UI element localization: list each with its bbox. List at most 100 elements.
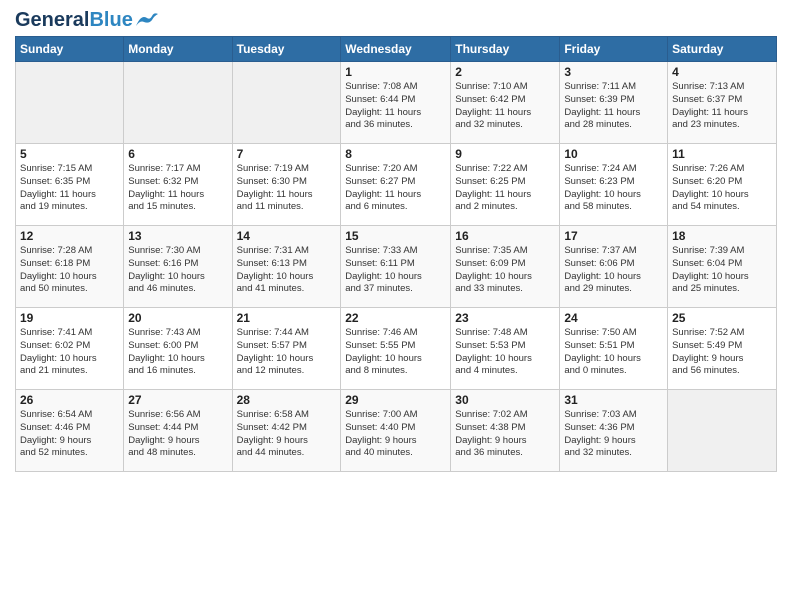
day-number: 9 <box>455 147 555 161</box>
calendar-cell: 8 Sunrise: 7:20 AM Sunset: 6:27 PM Daylig… <box>341 144 451 226</box>
page-header: GeneralBlue <box>15 10 777 30</box>
calendar-table: SundayMondayTuesdayWednesdayThursdayFrid… <box>15 36 777 472</box>
calendar-cell <box>124 62 232 144</box>
day-number: 5 <box>20 147 119 161</box>
calendar-cell <box>232 62 341 144</box>
calendar-cell: 21 Sunrise: 7:44 AM Sunset: 5:57 PM Dayli… <box>232 308 341 390</box>
day-number: 16 <box>455 229 555 243</box>
weekday-header-monday: Monday <box>124 37 232 62</box>
calendar-cell: 5 Sunrise: 7:15 AM Sunset: 6:35 PM Daylig… <box>16 144 124 226</box>
day-number: 31 <box>564 393 663 407</box>
calendar-cell: 29 Sunrise: 7:00 AM Sunset: 4:40 PM Dayli… <box>341 390 451 472</box>
weekday-header-tuesday: Tuesday <box>232 37 341 62</box>
day-info: Sunrise: 7:15 AM Sunset: 6:35 PM Dayligh… <box>20 163 119 214</box>
calendar-cell: 2 Sunrise: 7:10 AM Sunset: 6:42 PM Daylig… <box>451 62 560 144</box>
day-info: Sunrise: 7:52 AM Sunset: 5:49 PM Dayligh… <box>672 327 772 378</box>
day-number: 26 <box>20 393 119 407</box>
day-info: Sunrise: 6:54 AM Sunset: 4:46 PM Dayligh… <box>20 409 119 460</box>
calendar-cell: 3 Sunrise: 7:11 AM Sunset: 6:39 PM Daylig… <box>560 62 668 144</box>
day-number: 3 <box>564 65 663 79</box>
day-info: Sunrise: 7:30 AM Sunset: 6:16 PM Dayligh… <box>128 245 227 296</box>
day-number: 23 <box>455 311 555 325</box>
day-info: Sunrise: 7:11 AM Sunset: 6:39 PM Dayligh… <box>564 81 663 132</box>
day-info: Sunrise: 7:50 AM Sunset: 5:51 PM Dayligh… <box>564 327 663 378</box>
day-info: Sunrise: 7:20 AM Sunset: 6:27 PM Dayligh… <box>345 163 446 214</box>
day-info: Sunrise: 7:33 AM Sunset: 6:11 PM Dayligh… <box>345 245 446 296</box>
logo-bird-icon <box>136 12 158 28</box>
day-number: 24 <box>564 311 663 325</box>
day-number: 8 <box>345 147 446 161</box>
calendar-cell: 27Sunrise: 6:56 AM Sunset: 4:44 PM Dayli… <box>124 390 232 472</box>
calendar-cell: 20 Sunrise: 7:43 AM Sunset: 6:00 PM Dayli… <box>124 308 232 390</box>
calendar-cell: 23 Sunrise: 7:48 AM Sunset: 5:53 PM Dayli… <box>451 308 560 390</box>
day-number: 18 <box>672 229 772 243</box>
day-number: 11 <box>672 147 772 161</box>
day-info: Sunrise: 7:37 AM Sunset: 6:06 PM Dayligh… <box>564 245 663 296</box>
calendar-cell: 22Sunrise: 7:46 AM Sunset: 5:55 PM Dayli… <box>341 308 451 390</box>
calendar-cell: 26 Sunrise: 6:54 AM Sunset: 4:46 PM Dayli… <box>16 390 124 472</box>
calendar-week-row: 1Sunrise: 7:08 AM Sunset: 6:44 PM Daylig… <box>16 62 777 144</box>
calendar-week-row: 5 Sunrise: 7:15 AM Sunset: 6:35 PM Daylig… <box>16 144 777 226</box>
day-info: Sunrise: 7:17 AM Sunset: 6:32 PM Dayligh… <box>128 163 227 214</box>
calendar-cell: 4Sunrise: 7:13 AM Sunset: 6:37 PM Daylig… <box>668 62 777 144</box>
day-info: Sunrise: 6:56 AM Sunset: 4:44 PM Dayligh… <box>128 409 227 460</box>
calendar-cell <box>16 62 124 144</box>
day-number: 13 <box>128 229 227 243</box>
calendar-week-row: 12 Sunrise: 7:28 AM Sunset: 6:18 PM Dayli… <box>16 226 777 308</box>
day-info: Sunrise: 7:48 AM Sunset: 5:53 PM Dayligh… <box>455 327 555 378</box>
day-number: 12 <box>20 229 119 243</box>
day-info: Sunrise: 7:08 AM Sunset: 6:44 PM Dayligh… <box>345 81 446 132</box>
calendar-cell: 30Sunrise: 7:02 AM Sunset: 4:38 PM Dayli… <box>451 390 560 472</box>
day-number: 21 <box>237 311 337 325</box>
logo: GeneralBlue <box>15 10 158 30</box>
weekday-header-friday: Friday <box>560 37 668 62</box>
calendar-cell: 10Sunrise: 7:24 AM Sunset: 6:23 PM Dayli… <box>560 144 668 226</box>
day-info: Sunrise: 7:43 AM Sunset: 6:00 PM Dayligh… <box>128 327 227 378</box>
day-info: Sunrise: 7:22 AM Sunset: 6:25 PM Dayligh… <box>455 163 555 214</box>
calendar-cell: 31 Sunrise: 7:03 AM Sunset: 4:36 PM Dayli… <box>560 390 668 472</box>
day-info: Sunrise: 6:58 AM Sunset: 4:42 PM Dayligh… <box>237 409 337 460</box>
day-number: 17 <box>564 229 663 243</box>
day-number: 7 <box>237 147 337 161</box>
day-info: Sunrise: 7:00 AM Sunset: 4:40 PM Dayligh… <box>345 409 446 460</box>
calendar-cell: 12 Sunrise: 7:28 AM Sunset: 6:18 PM Dayli… <box>16 226 124 308</box>
day-info: Sunrise: 7:39 AM Sunset: 6:04 PM Dayligh… <box>672 245 772 296</box>
calendar-cell: 9 Sunrise: 7:22 AM Sunset: 6:25 PM Daylig… <box>451 144 560 226</box>
day-number: 29 <box>345 393 446 407</box>
day-number: 6 <box>128 147 227 161</box>
day-info: Sunrise: 7:44 AM Sunset: 5:57 PM Dayligh… <box>237 327 337 378</box>
day-info: Sunrise: 7:35 AM Sunset: 6:09 PM Dayligh… <box>455 245 555 296</box>
calendar-cell: 19 Sunrise: 7:41 AM Sunset: 6:02 PM Dayli… <box>16 308 124 390</box>
calendar-cell <box>668 390 777 472</box>
weekday-header-row: SundayMondayTuesdayWednesdayThursdayFrid… <box>16 37 777 62</box>
day-info: Sunrise: 7:19 AM Sunset: 6:30 PM Dayligh… <box>237 163 337 214</box>
day-number: 25 <box>672 311 772 325</box>
day-number: 28 <box>237 393 337 407</box>
day-number: 20 <box>128 311 227 325</box>
calendar-cell: 18 Sunrise: 7:39 AM Sunset: 6:04 PM Dayli… <box>668 226 777 308</box>
day-number: 14 <box>237 229 337 243</box>
calendar-cell: 11 Sunrise: 7:26 AM Sunset: 6:20 PM Dayli… <box>668 144 777 226</box>
day-number: 10 <box>564 147 663 161</box>
day-number: 2 <box>455 65 555 79</box>
day-info: Sunrise: 7:03 AM Sunset: 4:36 PM Dayligh… <box>564 409 663 460</box>
calendar-cell: 24 Sunrise: 7:50 AM Sunset: 5:51 PM Dayli… <box>560 308 668 390</box>
day-info: Sunrise: 7:26 AM Sunset: 6:20 PM Dayligh… <box>672 163 772 214</box>
weekday-header-saturday: Saturday <box>668 37 777 62</box>
day-info: Sunrise: 7:31 AM Sunset: 6:13 PM Dayligh… <box>237 245 337 296</box>
day-number: 15 <box>345 229 446 243</box>
day-info: Sunrise: 7:10 AM Sunset: 6:42 PM Dayligh… <box>455 81 555 132</box>
calendar-cell: 6 Sunrise: 7:17 AM Sunset: 6:32 PM Daylig… <box>124 144 232 226</box>
day-number: 22 <box>345 311 446 325</box>
calendar-week-row: 19 Sunrise: 7:41 AM Sunset: 6:02 PM Dayli… <box>16 308 777 390</box>
day-number: 19 <box>20 311 119 325</box>
calendar-cell: 15 Sunrise: 7:33 AM Sunset: 6:11 PM Dayli… <box>341 226 451 308</box>
day-info: Sunrise: 7:41 AM Sunset: 6:02 PM Dayligh… <box>20 327 119 378</box>
day-number: 30 <box>455 393 555 407</box>
day-info: Sunrise: 7:28 AM Sunset: 6:18 PM Dayligh… <box>20 245 119 296</box>
weekday-header-wednesday: Wednesday <box>341 37 451 62</box>
calendar-week-row: 26 Sunrise: 6:54 AM Sunset: 4:46 PM Dayli… <box>16 390 777 472</box>
calendar-cell: 7 Sunrise: 7:19 AM Sunset: 6:30 PM Daylig… <box>232 144 341 226</box>
calendar-cell: 17 Sunrise: 7:37 AM Sunset: 6:06 PM Dayli… <box>560 226 668 308</box>
calendar-cell: 14 Sunrise: 7:31 AM Sunset: 6:13 PM Dayli… <box>232 226 341 308</box>
